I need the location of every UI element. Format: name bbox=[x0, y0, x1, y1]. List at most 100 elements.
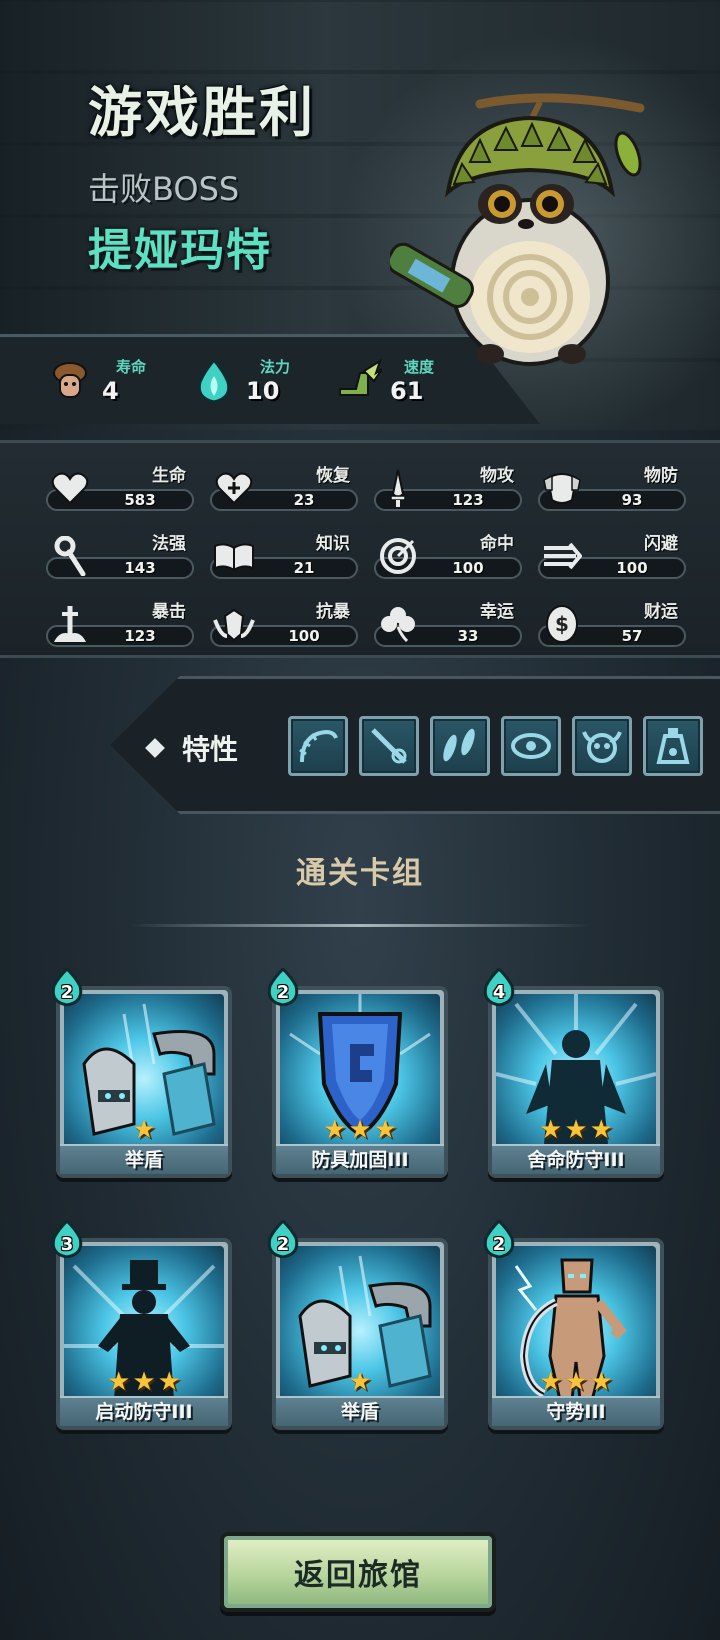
attribute-1: 恢复 23 bbox=[208, 451, 372, 519]
potion-trait-icon[interactable] bbox=[643, 716, 703, 776]
attribute-label: 财运 bbox=[644, 602, 678, 622]
attribute-label: 闪避 bbox=[644, 534, 678, 554]
deck-card[interactable]: ★ 举盾 2 bbox=[50, 966, 232, 1178]
attribute-8: 暴击 123 bbox=[44, 587, 208, 655]
attribute-label: 抗暴 bbox=[316, 602, 350, 622]
heart-icon bbox=[48, 469, 92, 507]
star-icon: ★ bbox=[132, 1367, 156, 1397]
attribute-label: 恢复 bbox=[316, 466, 350, 486]
horned-skull-trait-icon[interactable] bbox=[572, 716, 632, 776]
deck-cards: ★ 举盾 2 ★★★ 防具加固III 2 ★★★ 舍命防守III 4 ★★★ 启动防守III 3 ★ 举盾… bbox=[50, 966, 698, 1430]
card-name: 举盾 bbox=[60, 1144, 228, 1174]
attribute-3: 物防 93 bbox=[536, 451, 700, 519]
card-name: 举盾 bbox=[276, 1396, 444, 1426]
sword-icon bbox=[376, 469, 420, 507]
attribute-11: $ 财运 57 bbox=[536, 587, 700, 655]
star-icon: ★ bbox=[564, 1367, 588, 1397]
deck-card[interactable]: ★ 举盾 2 bbox=[266, 1218, 448, 1430]
deck-card[interactable]: ★★★ 守势III 2 bbox=[482, 1218, 664, 1430]
star-icon: ★ bbox=[348, 1367, 372, 1397]
star-icon: ★ bbox=[539, 1115, 563, 1145]
star-icon: ★ bbox=[589, 1367, 613, 1397]
attributes-panel: 生命 583 恢复 23 物攻 123 物防 93 法强 143 知识 21 命中 100 闪避 100 暴击 1… bbox=[0, 440, 720, 658]
attribute-label: 命中 bbox=[480, 534, 514, 554]
traits-heading: 特性 bbox=[145, 728, 239, 768]
armor-icon bbox=[540, 469, 584, 507]
attribute-10: 幸运 33 bbox=[372, 587, 536, 655]
defeated-boss-caption: 击败BOSS bbox=[88, 170, 240, 208]
dash-arrows-icon bbox=[540, 537, 584, 575]
star-icon: ★ bbox=[564, 1115, 588, 1145]
victory-title: 游戏胜利 bbox=[88, 81, 316, 144]
coin-icon: $ bbox=[540, 605, 584, 643]
card-cost: 2 bbox=[492, 1234, 506, 1255]
card-stars: ★ bbox=[50, 1116, 238, 1144]
traits-list bbox=[288, 716, 703, 776]
card-name: 舍命防守III bbox=[492, 1144, 660, 1174]
attribute-label: 暴击 bbox=[152, 602, 186, 622]
card-cost: 2 bbox=[60, 982, 74, 1003]
star-icon: ★ bbox=[323, 1115, 347, 1145]
card-name: 启动防守III bbox=[60, 1396, 228, 1426]
diamond-bullet-icon bbox=[145, 738, 165, 758]
staff-icon bbox=[48, 536, 92, 576]
deck-card[interactable]: ★★★ 舍命防守III 4 bbox=[482, 966, 664, 1178]
card-name: 防具加固III bbox=[276, 1144, 444, 1174]
card-cost: 2 bbox=[276, 982, 290, 1003]
stat-lifespan-value: 4 bbox=[102, 377, 119, 405]
card-cost: 4 bbox=[492, 982, 506, 1003]
card-stars: ★★★ bbox=[50, 1368, 238, 1396]
attribute-9: 抗暴 100 bbox=[208, 587, 372, 655]
feathers-trait-icon[interactable] bbox=[430, 716, 490, 776]
card-stars: ★★★ bbox=[482, 1116, 670, 1144]
attribute-label: 物防 bbox=[644, 466, 678, 486]
star-icon: ★ bbox=[132, 1115, 156, 1145]
deck-divider bbox=[130, 924, 590, 927]
deck-card[interactable]: ★★★ 启动防守III 3 bbox=[50, 1218, 232, 1430]
star-icon: ★ bbox=[589, 1115, 613, 1145]
attribute-label: 法强 bbox=[152, 534, 186, 554]
shield-wings-icon bbox=[212, 605, 256, 643]
card-stars: ★★★ bbox=[266, 1116, 454, 1144]
attribute-7: 闪避 100 bbox=[536, 519, 700, 587]
star-icon: ★ bbox=[107, 1367, 131, 1397]
star-icon: ★ bbox=[373, 1115, 397, 1145]
eye-trait-icon[interactable] bbox=[501, 716, 561, 776]
raccoon-durian-character bbox=[390, 93, 645, 366]
winged-boot-icon bbox=[334, 357, 383, 405]
attribute-6: 命中 100 bbox=[372, 519, 536, 587]
stat-lifespan: 寿命 4 bbox=[46, 356, 146, 405]
star-icon: ★ bbox=[157, 1367, 181, 1397]
attribute-label: 物攻 bbox=[480, 466, 514, 486]
card-cost: 3 bbox=[60, 1234, 74, 1255]
stat-mana-label: 法力 bbox=[260, 358, 291, 376]
target-icon bbox=[376, 537, 420, 575]
attribute-label: 幸运 bbox=[480, 602, 514, 622]
book-icon bbox=[212, 537, 256, 575]
deck-card[interactable]: ★★★ 防具加固III 2 bbox=[266, 966, 448, 1178]
traits-label: 特性 bbox=[182, 733, 239, 766]
attribute-label: 知识 bbox=[316, 534, 350, 554]
boss-name: 提娅玛特 bbox=[88, 225, 272, 276]
stat-lifespan-label: 寿命 bbox=[116, 358, 147, 376]
deck-title: 通关卡组 bbox=[296, 856, 424, 891]
card-cost: 2 bbox=[276, 1234, 290, 1255]
card-name: 守势III bbox=[492, 1396, 660, 1426]
crit-sword-icon bbox=[48, 605, 92, 643]
mushroom-character-icon bbox=[46, 357, 94, 405]
card-stars: ★ bbox=[266, 1368, 454, 1396]
rod-trait-icon[interactable] bbox=[359, 716, 419, 776]
star-icon: ★ bbox=[348, 1115, 372, 1145]
attribute-4: 法强 143 bbox=[44, 519, 208, 587]
stat-mana: 法力 10 bbox=[190, 356, 290, 405]
attribute-label: 生命 bbox=[152, 466, 186, 486]
attribute-2: 物攻 123 bbox=[372, 451, 536, 519]
card-stars: ★★★ bbox=[482, 1368, 670, 1396]
tentacle-trait-icon[interactable] bbox=[288, 716, 348, 776]
stat-speed-value: 61 bbox=[390, 377, 424, 405]
attribute-0: 生命 583 bbox=[44, 451, 208, 519]
return-to-inn-button[interactable]: 返回旅馆 bbox=[220, 1532, 496, 1612]
heart-plus-icon bbox=[212, 469, 256, 507]
clover-icon bbox=[376, 605, 420, 643]
star-icon: ★ bbox=[539, 1367, 563, 1397]
